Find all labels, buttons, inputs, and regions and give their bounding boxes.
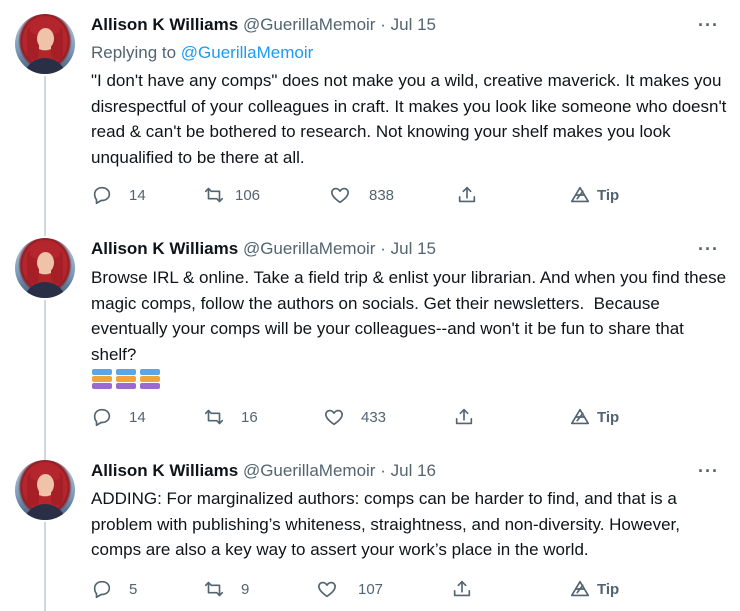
retweet-count: 9	[241, 580, 250, 598]
replying-to: Replying to @GuerillaMemoir	[91, 42, 313, 64]
tweet-text: ADDING: For marginalized authors: comps …	[91, 489, 685, 559]
tweet[interactable]: Allison K Williams @GuerillaMemoir · Jul…	[0, 0, 740, 222]
tweet-actions: 14 106 838 Tip	[91, 184, 631, 208]
tip-button[interactable]: Tip	[569, 406, 619, 428]
retweet-count: 106	[235, 186, 261, 204]
like-button[interactable]: 107	[316, 578, 383, 600]
reply-count: 14	[129, 408, 146, 426]
reply-button[interactable]: 5	[91, 578, 137, 600]
share-icon	[458, 186, 476, 203]
retweet-button[interactable]: 9	[203, 578, 249, 600]
tweet-date[interactable]: Jul 15	[391, 239, 436, 258]
tweet-text: "I don't have any comps" does not make y…	[91, 71, 732, 167]
more-horizontal-icon[interactable]: ···	[698, 16, 719, 34]
tip-label: Tip	[597, 186, 620, 204]
replying-handle-link[interactable]: @GuerillaMemoir	[181, 43, 314, 62]
author-name[interactable]: Allison K Williams	[91, 15, 238, 34]
heart-icon	[325, 409, 343, 426]
tweet-header: Allison K Williams @GuerillaMemoir · Jul…	[91, 14, 436, 36]
avatar[interactable]	[15, 460, 75, 520]
retweet-icon	[204, 409, 224, 425]
books-emoji	[91, 368, 113, 390]
separator-dot: ·	[380, 461, 386, 480]
tip-label: Tip	[597, 408, 620, 426]
share-icon	[453, 580, 471, 597]
reply-button[interactable]: 14	[91, 184, 146, 206]
books-emoji	[115, 368, 137, 390]
share-icon	[455, 408, 473, 425]
like-button[interactable]: 433	[323, 406, 386, 428]
tweet-date[interactable]: Jul 16	[391, 461, 436, 480]
tip-button[interactable]: Tip	[569, 578, 619, 600]
tip-button[interactable]: Tip	[569, 184, 619, 206]
tweet-text: Browse IRL & online. Take a field trip &…	[91, 268, 731, 364]
like-count: 107	[358, 580, 384, 598]
like-button[interactable]: 838	[329, 184, 394, 206]
author-name[interactable]: Allison K Williams	[91, 239, 238, 258]
like-count: 433	[361, 408, 387, 426]
share-button[interactable]	[451, 578, 473, 600]
tip-icon	[570, 186, 590, 203]
author-name[interactable]: Allison K Williams	[91, 461, 238, 480]
retweet-icon	[204, 581, 224, 597]
more-horizontal-icon[interactable]: ···	[698, 240, 719, 258]
tip-icon	[570, 408, 590, 425]
share-button[interactable]	[456, 184, 478, 206]
tweet-date[interactable]: Jul 15	[391, 15, 436, 34]
retweet-button[interactable]: 16	[203, 406, 258, 428]
emoji-row	[91, 368, 161, 390]
tweet-header: Allison K Williams @GuerillaMemoir · Jul…	[91, 460, 436, 482]
reply-count: 14	[129, 186, 146, 204]
avatar[interactable]	[15, 14, 75, 74]
share-button[interactable]	[453, 406, 475, 428]
reply-icon	[93, 186, 111, 205]
like-count: 838	[369, 186, 395, 204]
retweet-icon	[204, 187, 224, 203]
author-handle[interactable]: @GuerillaMemoir	[243, 239, 376, 258]
tweet-header: Allison K Williams @GuerillaMemoir · Jul…	[91, 238, 436, 260]
more-horizontal-icon[interactable]: ···	[698, 462, 719, 480]
reply-icon	[93, 408, 111, 427]
reply-count: 5	[129, 580, 138, 598]
avatar[interactable]	[15, 238, 75, 298]
books-emoji	[139, 368, 161, 390]
tweet-actions: 14 16 433 Tip	[91, 406, 631, 430]
separator-dot: ·	[380, 239, 386, 258]
heart-icon	[318, 581, 336, 598]
separator-dot: ·	[380, 15, 386, 34]
tweet-actions: 5 9 107 Tip	[91, 578, 631, 602]
retweet-button[interactable]: 106	[203, 184, 260, 206]
tweet[interactable]: Allison K Williams @GuerillaMemoir · Jul…	[0, 222, 740, 450]
author-handle[interactable]: @GuerillaMemoir	[243, 461, 376, 480]
retweet-count: 16	[241, 408, 258, 426]
tip-icon	[570, 580, 590, 597]
heart-icon	[331, 187, 349, 204]
author-handle[interactable]: @GuerillaMemoir	[243, 15, 376, 34]
reply-icon	[93, 580, 111, 599]
reply-button[interactable]: 14	[91, 406, 146, 428]
replying-prefix: Replying to	[91, 43, 177, 62]
tip-label: Tip	[597, 580, 620, 598]
tweet[interactable]: Allison K Williams @GuerillaMemoir · Jul…	[0, 450, 740, 611]
